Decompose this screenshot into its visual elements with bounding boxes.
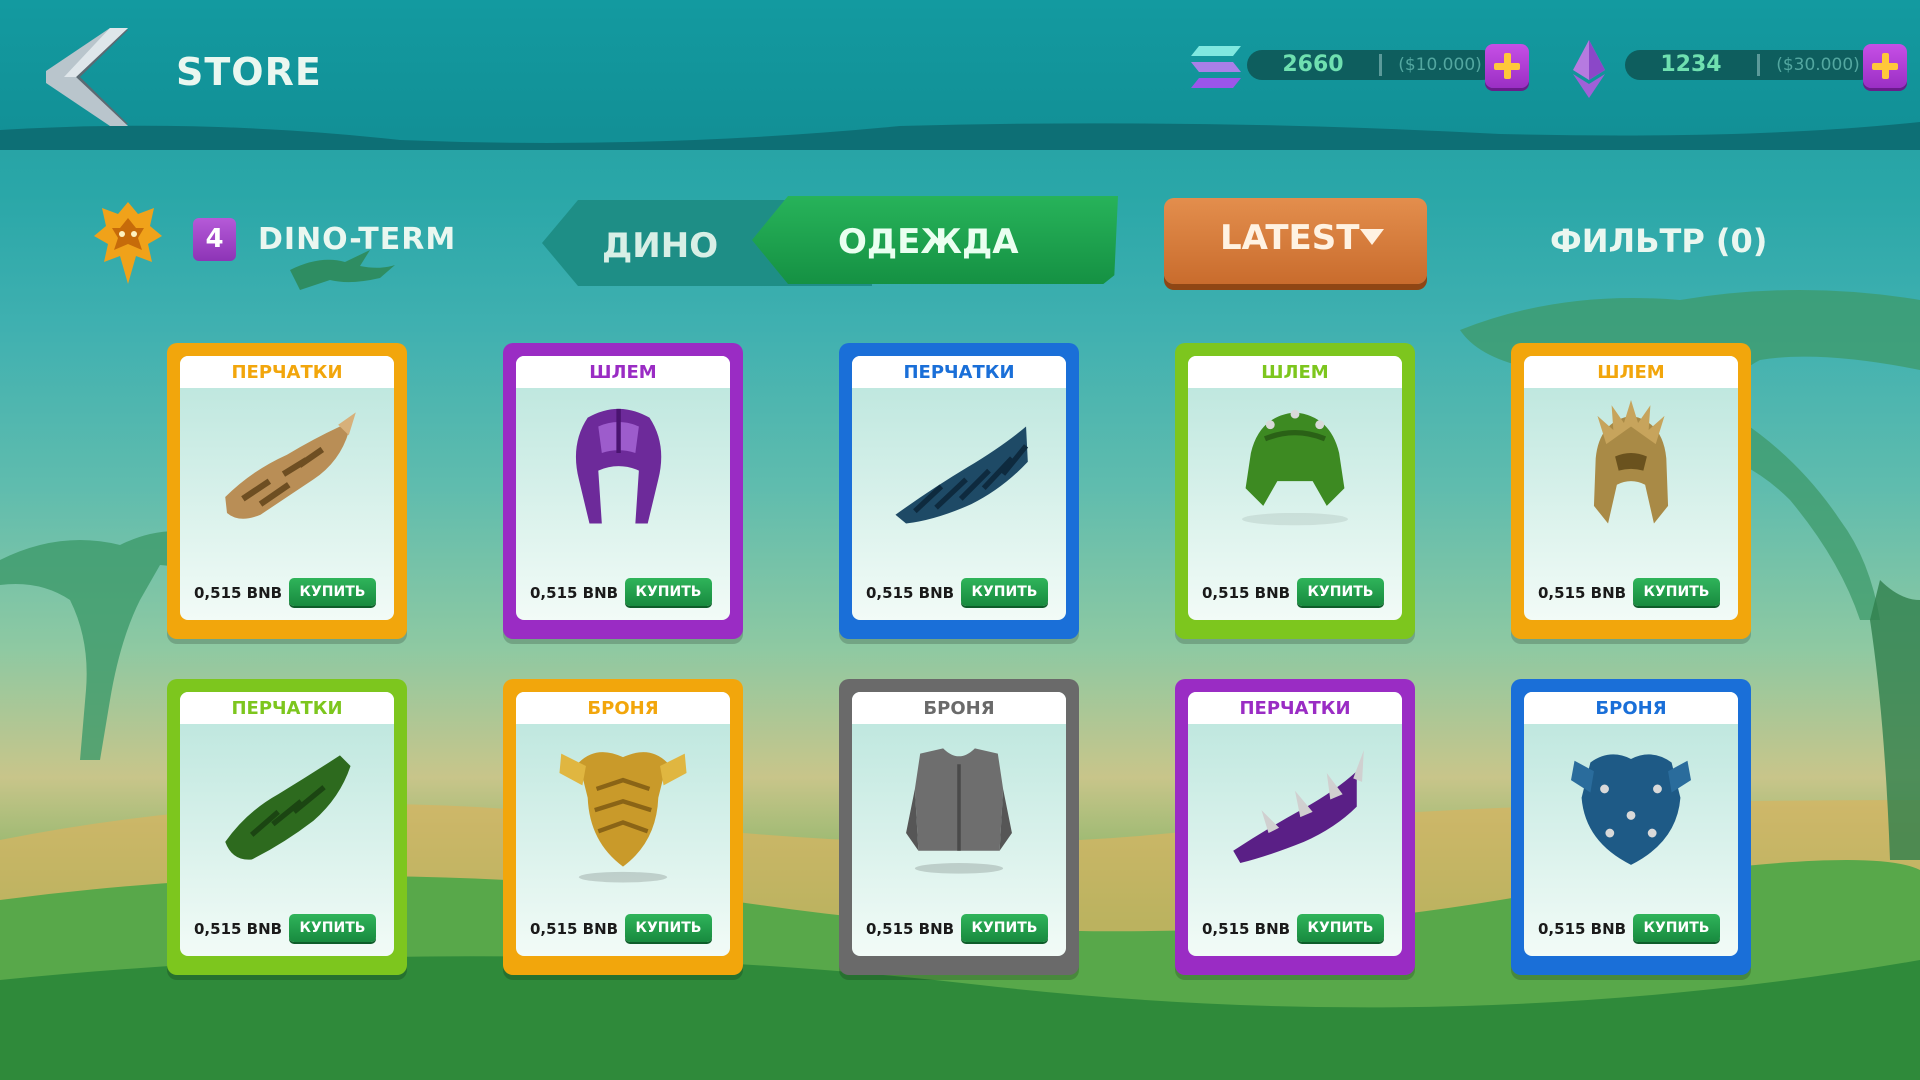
category-tabs: ДИНО ОДЕЖДА <box>542 196 1118 288</box>
tab-dino-label: ДИНО <box>602 226 719 266</box>
buy-button[interactable]: КУПИТЬ <box>961 578 1048 606</box>
ethereum-icon <box>1565 40 1625 100</box>
blue-gauntlet-icon <box>874 400 1044 550</box>
item-card[interactable]: ШЛЕМ 0,515 BNB КУПИТЬ <box>503 343 743 639</box>
item-price: 0,515 BNB <box>1538 584 1627 602</box>
top-bar: STORE 2660 ($10.000) 1234 ($30.000) <box>0 0 1920 150</box>
item-card-body: ПЕРЧАТКИ 0,515 BNB КУПИТЬ <box>1188 692 1402 956</box>
buy-button[interactable]: КУПИТЬ <box>625 914 712 942</box>
item-price: 0,515 BNB <box>1202 920 1291 938</box>
item-price: 0,515 BNB <box>194 920 283 938</box>
item-category: БРОНЯ <box>852 692 1066 724</box>
gold-gauntlet-icon <box>202 400 372 550</box>
page-title: STORE <box>176 50 322 94</box>
gold-armor-icon <box>538 736 708 886</box>
ethereum-pill: 1234 ($30.000) <box>1625 50 1875 80</box>
buy-button[interactable]: КУПИТЬ <box>289 914 376 942</box>
item-category: ШЛЕМ <box>1524 356 1738 388</box>
solana-pill: 2660 ($10.000) <box>1247 50 1497 80</box>
gold-helmet-icon <box>1546 400 1716 550</box>
item-card-body: ШЛЕМ 0,515 BNB КУПИТЬ <box>1188 356 1402 620</box>
item-category: ПЕРЧАТКИ <box>180 356 394 388</box>
item-card[interactable]: БРОНЯ 0,515 BNB КУПИТЬ <box>839 679 1079 975</box>
item-category: ПЕРЧАТКИ <box>852 356 1066 388</box>
solana-amount: 2660 <box>1282 52 1344 77</box>
item-category: ШЛЕМ <box>1188 356 1402 388</box>
buy-button[interactable]: КУПИТЬ <box>1297 914 1384 942</box>
item-card-body: ПЕРЧАТКИ 0,515 BNB КУПИТЬ <box>180 692 394 956</box>
player-name: DINO-TERM <box>258 222 457 257</box>
item-price: 0,515 BNB <box>530 920 619 938</box>
purple-spiked-gauntlet-icon <box>1210 736 1380 886</box>
ethereum-amount: 1234 <box>1660 52 1722 77</box>
player-level-badge: 4 <box>193 218 236 261</box>
buy-button[interactable]: КУПИТЬ <box>625 578 712 606</box>
divider <box>1757 54 1760 76</box>
item-card[interactable]: ПЕРЧАТКИ 0,515 BNB КУПИТЬ <box>1175 679 1415 975</box>
solana-usd-value: ($10.000) <box>1398 55 1482 75</box>
item-card[interactable]: ШЛЕМ 0,515 BNB КУПИТЬ <box>1175 343 1415 639</box>
solana-icon <box>1187 40 1247 100</box>
item-card-body: ПЕРЧАТКИ 0,515 BNB КУПИТЬ <box>180 356 394 620</box>
buy-button[interactable]: КУПИТЬ <box>961 914 1048 942</box>
buy-button[interactable]: КУПИТЬ <box>1633 578 1720 606</box>
item-card[interactable]: ПЕРЧАТКИ 0,515 BNB КУПИТЬ <box>839 343 1079 639</box>
divider <box>1379 54 1382 76</box>
sort-label: LATEST <box>1220 218 1360 258</box>
item-card-body: БРОНЯ 0,515 BNB КУПИТЬ <box>516 692 730 956</box>
item-category: БРОНЯ <box>516 692 730 724</box>
caret-down-icon <box>1360 229 1384 245</box>
item-card-body: БРОНЯ 0,515 BNB КУПИТЬ <box>1524 692 1738 956</box>
gray-vest-icon <box>874 736 1044 886</box>
item-category: БРОНЯ <box>1524 692 1738 724</box>
sort-dropdown-button[interactable]: LATEST <box>1164 198 1427 284</box>
buy-button[interactable]: КУПИТЬ <box>1633 914 1720 942</box>
item-card-body: ПЕРЧАТКИ 0,515 BNB КУПИТЬ <box>852 356 1066 620</box>
ethereum-balance: 1234 ($30.000) <box>1565 40 1915 98</box>
item-card[interactable]: БРОНЯ 0,515 BNB КУПИТЬ <box>503 679 743 975</box>
item-price: 0,515 BNB <box>866 920 955 938</box>
buy-button[interactable]: КУПИТЬ <box>289 578 376 606</box>
item-card[interactable]: ПЕРЧАТКИ 0,515 BNB КУПИТЬ <box>167 343 407 639</box>
item-price: 0,515 BNB <box>1202 584 1291 602</box>
blue-spiked-armor-icon <box>1546 736 1716 886</box>
item-price: 0,515 BNB <box>1538 920 1627 938</box>
ethereum-usd-value: ($30.000) <box>1776 55 1860 75</box>
item-category: ПЕРЧАТКИ <box>180 692 394 724</box>
item-card-body: БРОНЯ 0,515 BNB КУПИТЬ <box>852 692 1066 956</box>
item-card[interactable]: ПЕРЧАТКИ 0,515 BNB КУПИТЬ <box>167 679 407 975</box>
add-solana-button[interactable] <box>1485 44 1529 88</box>
buy-button[interactable]: КУПИТЬ <box>1297 578 1384 606</box>
item-price: 0,515 BNB <box>866 584 955 602</box>
item-price: 0,515 BNB <box>530 584 619 602</box>
green-helmet-icon <box>1210 400 1380 550</box>
item-card[interactable]: ШЛЕМ 0,515 BNB КУПИТЬ <box>1511 343 1751 639</box>
tab-odezhda[interactable]: ОДЕЖДА <box>752 196 1118 284</box>
item-category: ШЛЕМ <box>516 356 730 388</box>
green-gauntlet-icon <box>202 736 372 886</box>
back-arrow-icon <box>46 28 128 126</box>
purple-helmet-icon <box>538 400 708 550</box>
item-card-body: ШЛЕМ 0,515 BNB КУПИТЬ <box>516 356 730 620</box>
item-category: ПЕРЧАТКИ <box>1188 692 1402 724</box>
filter-button[interactable]: ФИЛЬТР (0) <box>1550 222 1767 260</box>
add-ethereum-button[interactable] <box>1863 44 1907 88</box>
player-emblem-icon <box>92 200 164 286</box>
item-card-body: ШЛЕМ 0,515 BNB КУПИТЬ <box>1524 356 1738 620</box>
item-card[interactable]: БРОНЯ 0,515 BNB КУПИТЬ <box>1511 679 1751 975</box>
tab-odezhda-label: ОДЕЖДА <box>838 222 1019 262</box>
solana-balance: 2660 ($10.000) <box>1187 40 1537 92</box>
item-price: 0,515 BNB <box>194 584 283 602</box>
back-button[interactable] <box>40 28 135 126</box>
